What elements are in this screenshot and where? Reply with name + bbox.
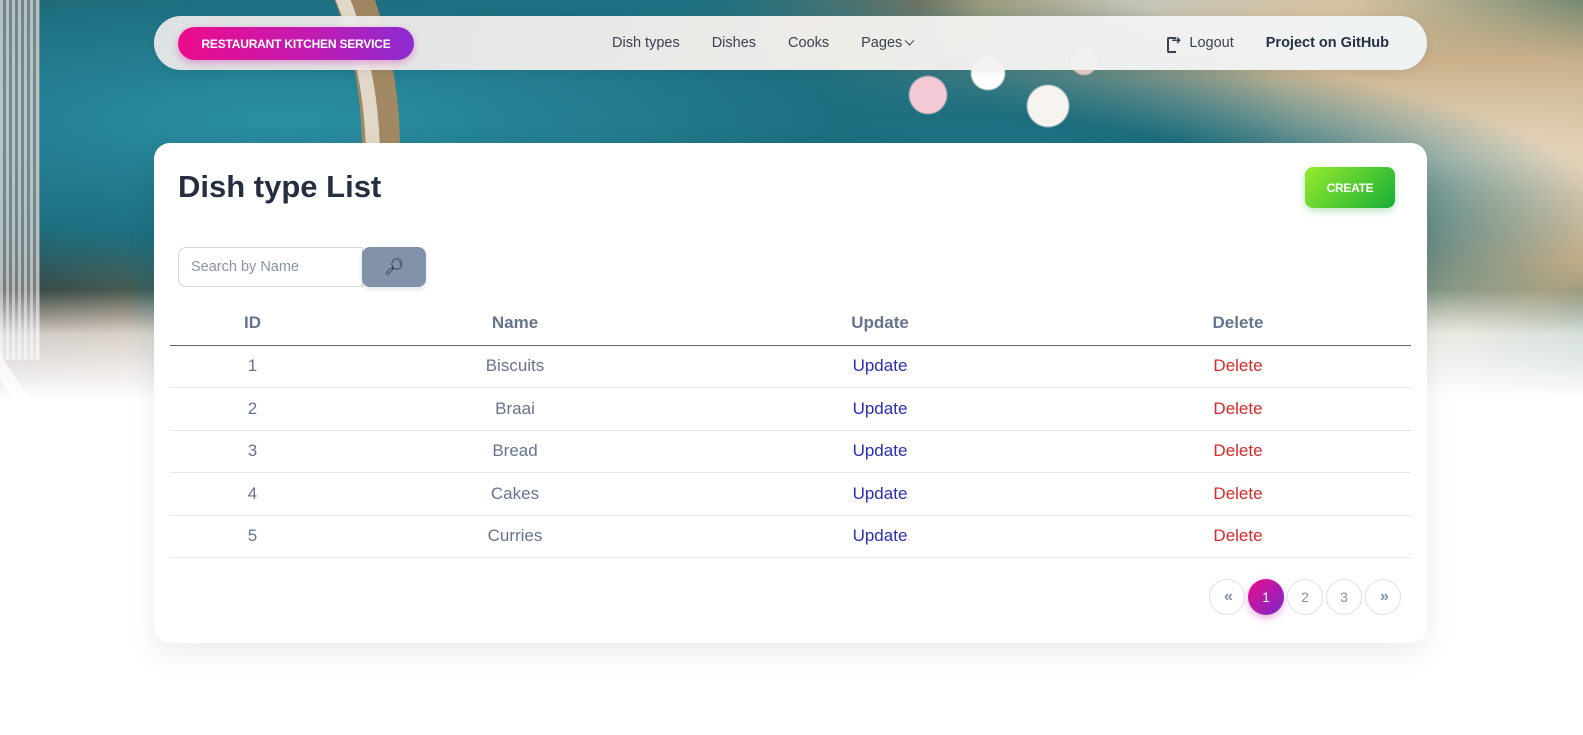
column-header-id: ID [170,301,335,346]
column-header-update: Update [695,301,1065,346]
github-link[interactable]: Project on GitHub [1266,35,1389,51]
pagination-page-3[interactable]: 3 [1326,579,1362,615]
column-header-delete: Delete [1065,301,1411,346]
update-link[interactable]: Update [695,345,1065,388]
column-header-name: Name [335,301,695,346]
table-row: 3 Bread Update Delete [170,430,1411,473]
double-chevron-right-icon: » [1380,588,1389,605]
search-icon: 🔍︎ [383,259,405,276]
update-link[interactable]: Update [695,387,1065,431]
search-form: 🔍︎ [178,247,426,287]
nav-link-cooks[interactable]: Cooks [788,35,829,51]
cell-name: Curries [335,515,695,558]
logout-icon [1167,33,1181,53]
cell-id: 3 [170,430,335,473]
chevron-down-icon [904,35,915,46]
nav-link-dishes[interactable]: Dishes [712,35,756,51]
logout-label: Logout [1189,35,1234,51]
pagination: « 1 2 3 » [1209,579,1401,615]
brand-button[interactable]: RESTAURANT KITCHEN SERVICE [178,27,414,60]
delete-link[interactable]: Delete [1065,472,1411,516]
table-row: 4 Cakes Update Delete [170,472,1411,516]
pagination-page-1[interactable]: 1 [1248,579,1284,615]
table-row: 5 Curries Update Delete [170,515,1411,558]
table-row: 1 Biscuits Update Delete [170,345,1411,388]
cell-name: Bread [335,430,695,473]
delete-link[interactable]: Delete [1065,387,1411,431]
cell-id: 5 [170,515,335,558]
delete-link[interactable]: Delete [1065,515,1411,558]
table-row: 2 Braai Update Delete [170,387,1411,431]
cell-name: Cakes [335,472,695,516]
double-chevron-left-icon: « [1224,588,1233,605]
update-link[interactable]: Update [695,515,1065,558]
pagination-page-2[interactable]: 2 [1287,579,1323,615]
cell-name: Biscuits [335,345,695,388]
page-title: Dish type List [178,169,382,204]
cell-id: 4 [170,472,335,516]
delete-link[interactable]: Delete [1065,345,1411,388]
table-header-row: ID Name Update Delete [170,301,1411,346]
search-input[interactable] [178,247,363,287]
dish-types-table: ID Name Update Delete 1 Biscuits Update … [170,301,1411,558]
pagination-first-button[interactable]: « [1209,579,1245,615]
create-button[interactable]: CREATE [1305,167,1395,208]
top-navbar: RESTAURANT KITCHEN SERVICE Dish types Di… [154,16,1427,70]
cell-id: 2 [170,387,335,431]
cell-id: 1 [170,345,335,388]
update-link[interactable]: Update [695,430,1065,473]
dish-type-list-card: Dish type List CREATE 🔍︎ ID Name Update … [154,143,1427,643]
search-button[interactable]: 🔍︎ [362,247,426,287]
nav-link-dish-types[interactable]: Dish types [612,35,680,51]
delete-link[interactable]: Delete [1065,430,1411,473]
pagination-last-button[interactable]: » [1365,579,1401,615]
logout-link[interactable]: Logout [1167,33,1234,53]
nav-link-pages-label: Pages [861,35,903,51]
nav-link-pages[interactable]: Pages [861,35,915,51]
update-link[interactable]: Update [695,472,1065,516]
nav-right: Logout Project on GitHub [1167,16,1389,70]
nav-links: Dish types Dishes Cooks Pages [612,16,915,70]
cell-name: Braai [335,387,695,431]
